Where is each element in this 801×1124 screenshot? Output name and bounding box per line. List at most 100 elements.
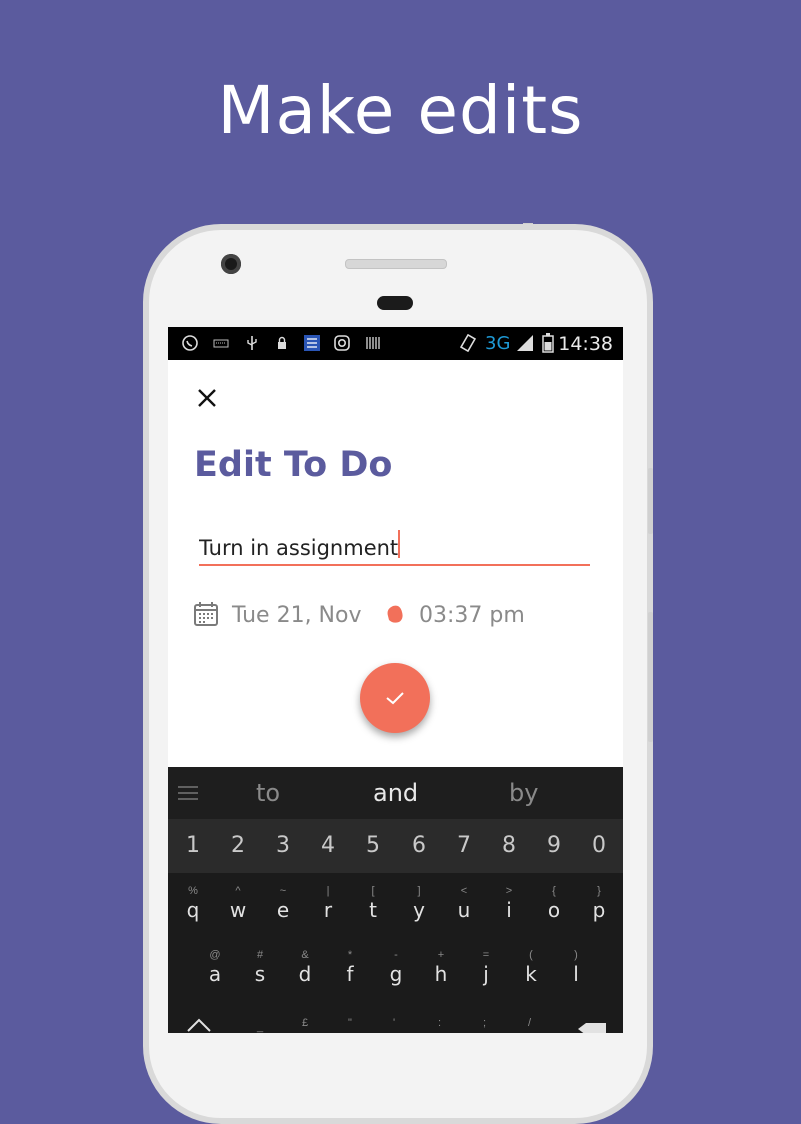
key-8[interactable]: 8 — [494, 833, 524, 858]
soft-keyboard: to and by 1 2 3 4 5 6 7 8 9 0 % q ^ w ~ e |… — [168, 767, 623, 1033]
key-d[interactable]: & d — [290, 949, 320, 986]
status-bar: 3G 14:38 — [168, 327, 623, 360]
key-alt-symbol[interactable]: : — [438, 1017, 441, 1030]
page-title: Edit To Do — [194, 445, 393, 485]
text-cursor — [398, 530, 400, 558]
key-letter: a — [208, 962, 222, 986]
key-letter: h — [434, 962, 448, 986]
key-alt-symbol: ^ — [235, 885, 241, 897]
date-label: Tue 21, Nov — [232, 603, 362, 628]
key-alt-symbol: + — [437, 949, 445, 961]
phone-volume-button — [648, 468, 653, 534]
keyboard-icon — [213, 339, 229, 348]
usb-icon — [247, 336, 257, 350]
key-y[interactable]: ] y — [404, 885, 434, 922]
save-button[interactable] — [360, 663, 430, 733]
alarm-bell-icon — [387, 605, 403, 623]
key-2[interactable]: 2 — [223, 833, 253, 858]
backspace-icon[interactable] — [578, 1023, 606, 1033]
signal-icon — [517, 335, 533, 351]
key-alt-symbol: } — [597, 885, 601, 897]
key-letter: p — [592, 898, 606, 922]
key-t[interactable]: [t — [358, 885, 388, 922]
key-letter: y — [413, 898, 425, 922]
key-alt-symbol: @ — [209, 949, 221, 961]
key-j[interactable]: = j — [471, 949, 501, 986]
shift-icon[interactable] — [186, 1017, 212, 1033]
key-u[interactable]: < u — [449, 885, 479, 922]
key-alt-symbol: ~ — [279, 885, 287, 897]
key-alt-symbol[interactable]: ' — [393, 1017, 395, 1030]
key-w[interactable]: ^ w — [223, 885, 253, 922]
close-icon[interactable] — [194, 385, 220, 411]
lock-icon — [278, 336, 286, 349]
key-9[interactable]: 9 — [539, 833, 569, 858]
key-alt-symbol[interactable]: ; — [483, 1017, 486, 1030]
checkmark-icon — [386, 692, 404, 705]
suggestion-item[interactable]: by — [509, 779, 538, 807]
front-camera — [221, 254, 241, 274]
key-3[interactable]: 3 — [268, 833, 298, 858]
key-alt-symbol[interactable]: " — [348, 1017, 352, 1030]
key-alt-symbol[interactable]: _ — [257, 1021, 263, 1033]
key-letter: w — [229, 898, 247, 922]
proximity-sensor — [377, 296, 413, 310]
key-letter: r — [323, 898, 333, 922]
key-k[interactable]: (k — [516, 949, 546, 986]
key-h[interactable]: + h — [426, 949, 456, 986]
task-title-input[interactable] — [199, 532, 590, 566]
key-alt-symbol: - — [394, 949, 398, 961]
key-a[interactable]: @ a — [200, 949, 230, 986]
key-0[interactable]: 0 — [584, 833, 614, 858]
key-l[interactable]: ) l — [561, 949, 591, 986]
key-g[interactable]: -g — [381, 949, 411, 986]
key-alt-symbol: # — [256, 949, 264, 961]
key-alt-symbol: ) — [574, 949, 578, 961]
time-label: 03:37 pm — [419, 603, 525, 628]
barcode-icon — [366, 337, 380, 349]
key-letter: l — [573, 962, 579, 986]
suggestion-item[interactable]: to — [256, 779, 280, 807]
key-f[interactable]: * f — [335, 949, 365, 986]
vibrate-icon — [459, 334, 477, 352]
phone-screen: 3G 14:38 Edit To Do Tue 21, Nov — [168, 327, 623, 1033]
key-alt-symbol[interactable]: / — [528, 1017, 531, 1030]
key-letter: k — [525, 962, 537, 986]
key-letter: f — [346, 962, 354, 986]
network-type: 3G — [485, 333, 511, 354]
calendar-icon — [194, 602, 218, 626]
key-s[interactable]: # s — [245, 949, 275, 986]
key-1[interactable]: 1 — [178, 833, 208, 858]
key-alt-symbol: < — [460, 885, 468, 897]
key-4[interactable]: 4 — [313, 833, 343, 858]
key-5[interactable]: 5 — [358, 833, 388, 858]
key-q[interactable]: % q — [178, 885, 208, 922]
whatsapp-icon — [182, 335, 198, 351]
key-p[interactable]: } p — [584, 885, 614, 922]
battery-icon — [542, 333, 554, 353]
menu-icon[interactable] — [178, 785, 198, 801]
key-i[interactable]: > i — [494, 885, 524, 922]
key-7[interactable]: 7 — [449, 833, 479, 858]
key-alt-symbol[interactable]: £ — [302, 1017, 308, 1030]
key-alt-symbol: ( — [529, 949, 533, 961]
key-letter: s — [254, 962, 266, 986]
key-letter: o — [547, 898, 561, 922]
number-row: 1 2 3 4 5 6 7 8 9 0 — [168, 819, 623, 873]
key-letter: u — [457, 898, 471, 922]
key-r[interactable]: | r — [313, 885, 343, 922]
key-alt-symbol: = — [482, 949, 490, 961]
key-o[interactable]: {o — [539, 885, 569, 922]
key-letter: i — [506, 898, 512, 922]
key-alt-symbol: > — [505, 885, 513, 897]
suggestion-item[interactable]: and — [373, 779, 418, 807]
list-app-icon — [304, 335, 320, 351]
key-alt-symbol: [ — [371, 885, 375, 897]
key-letter: d — [298, 962, 312, 986]
key-e[interactable]: ~ e — [268, 885, 298, 922]
key-alt-symbol: ] — [417, 885, 421, 897]
key-6[interactable]: 6 — [404, 833, 434, 858]
key-alt-symbol: & — [301, 949, 309, 961]
key-alt-symbol: * — [347, 949, 353, 961]
suggestion-bar: to and by — [168, 767, 623, 819]
